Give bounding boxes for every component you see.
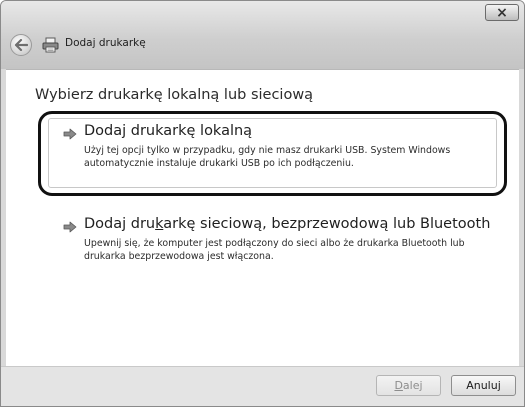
option-title: Dodaj drukarkę lokalną	[84, 123, 253, 139]
printer-icon	[42, 37, 59, 53]
option-description: Upewnij się, że komputer jest podłączony…	[84, 238, 465, 262]
green-arrow-icon	[63, 128, 77, 140]
window-title: Dodaj drukarkę	[65, 37, 146, 49]
option-title: Dodaj drukarkę sieciową, bezprzewodową l…	[84, 216, 491, 232]
content-area: Wybierz drukarkę lokalną lub sieciową Do…	[6, 69, 519, 367]
back-button[interactable]	[10, 34, 32, 56]
add-printer-dialog: × Dodaj drukarkę Wybierz drukarkę lokaln…	[0, 0, 525, 407]
close-button[interactable]: ×	[485, 4, 519, 21]
next-button[interactable]: Dalej	[376, 375, 441, 396]
button-bar: Dalej Anuluj	[1, 366, 524, 406]
title-bar: × Dodaj drukarkę	[1, 1, 524, 69]
cancel-button[interactable]: Anuluj	[451, 375, 516, 396]
option-add-network-printer[interactable]: Dodaj drukarkę sieciową, bezprzewodową l…	[48, 211, 510, 281]
option-description: Użyj tej opcji tylko w przypadku, gdy ni…	[84, 145, 451, 169]
close-icon: ×	[496, 4, 508, 21]
page-heading: Wybierz drukarkę lokalną lub sieciową	[35, 87, 314, 103]
green-arrow-icon	[63, 221, 77, 233]
option-add-local-printer[interactable]: Dodaj drukarkę lokalną Użyj tej opcji ty…	[48, 118, 497, 188]
back-arrow-icon	[14, 39, 28, 51]
